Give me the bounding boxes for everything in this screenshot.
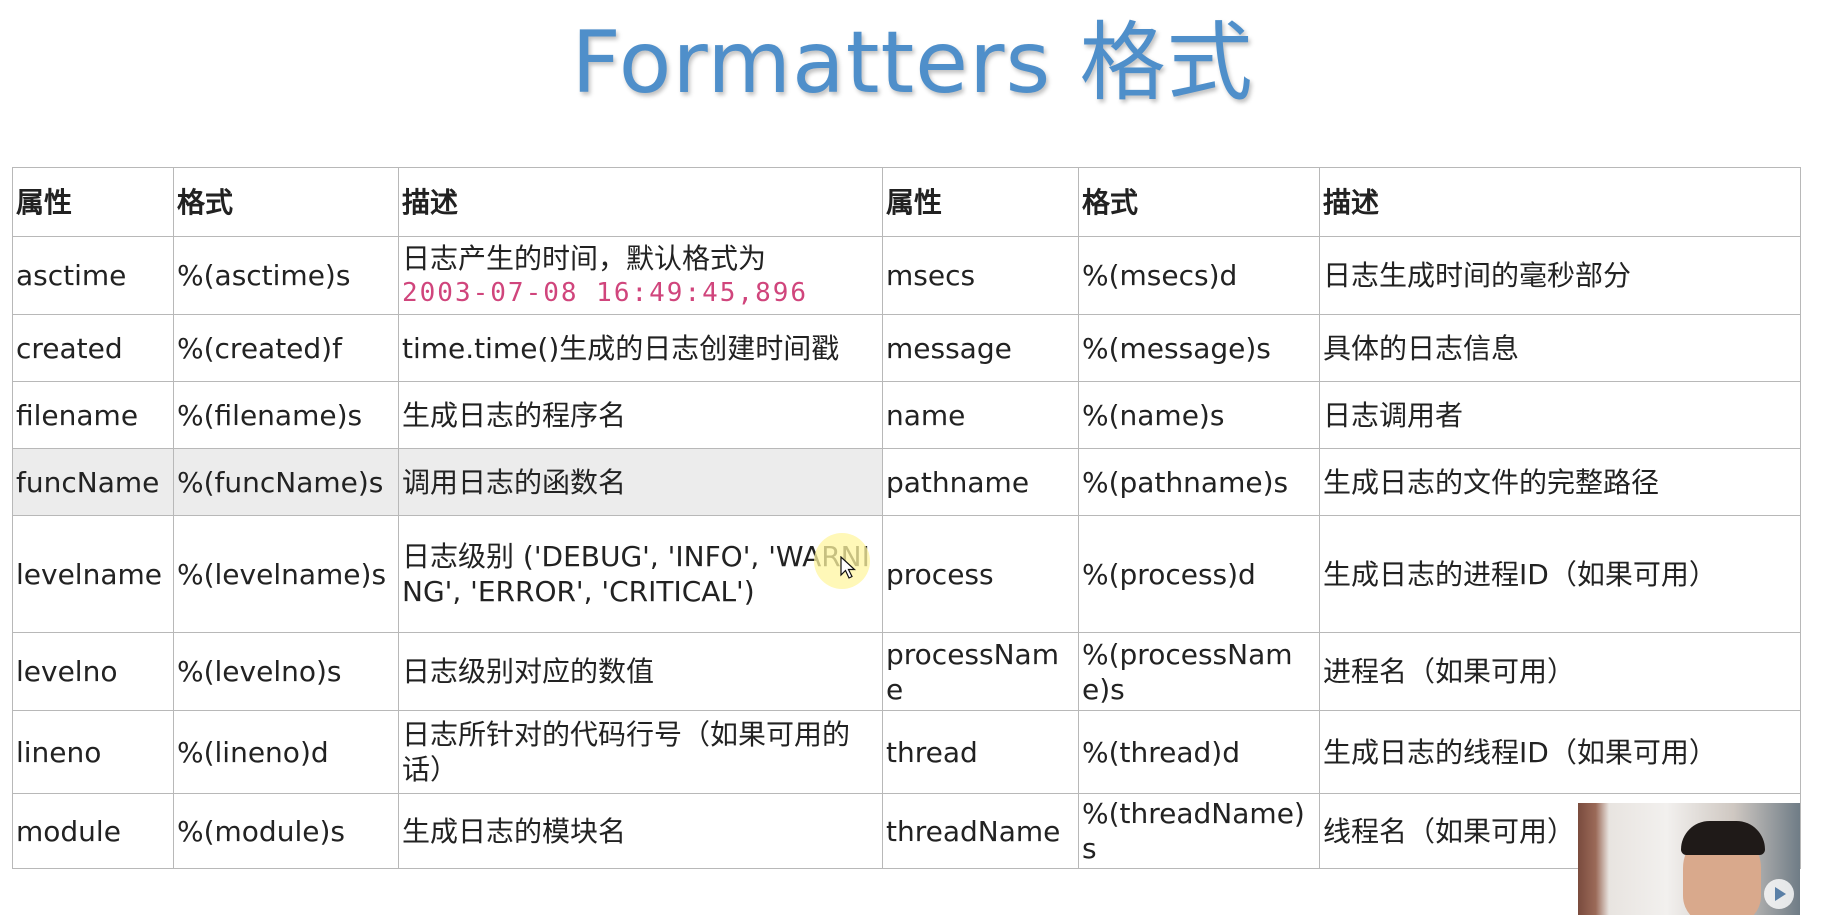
- table-row: funcName %(funcName)s 调用日志的函数名 pathname …: [12, 448, 1801, 516]
- format-cell: %(module)s: [173, 793, 399, 869]
- description-cell: 生成日志的模块名: [398, 793, 883, 869]
- attr-cell: funcName: [12, 448, 174, 516]
- description-cell: time.time()生成的日志创建时间戳: [398, 314, 883, 382]
- table-row: filename %(filename)s 生成日志的程序名 name %(na…: [12, 381, 1801, 449]
- header-format: 格式: [173, 167, 399, 237]
- attr-cell: filename: [12, 381, 174, 449]
- attr-cell: thread: [882, 710, 1079, 794]
- format-cell: %(funcName)s: [173, 448, 399, 516]
- description-cell: 进程名（如果可用）: [1319, 632, 1801, 711]
- attr-cell: pathname: [882, 448, 1079, 516]
- format-cell: %(levelno)s: [173, 632, 399, 711]
- formatters-table: 属性 格式 描述 属性 格式 描述 asctime %(asctime)s 日志…: [12, 167, 1801, 869]
- mouse-pointer-icon: [840, 556, 857, 579]
- description-cell: 日志生成时间的毫秒部分: [1319, 236, 1801, 315]
- attr-cell: lineno: [12, 710, 174, 794]
- format-cell: %(processName)s: [1078, 632, 1320, 711]
- description-cell: 日志级别 ('DEBUG', 'INFO', 'WARNING', 'ERROR…: [398, 515, 883, 633]
- attr-cell: processName: [882, 632, 1079, 711]
- format-cell: %(process)d: [1078, 515, 1320, 633]
- format-cell: %(filename)s: [173, 381, 399, 449]
- description-cell: 日志产生的时间，默认格式为 2003-07-08 16:49:45,896: [398, 236, 883, 315]
- attr-cell: levelname: [12, 515, 174, 633]
- description-cell: 生成日志的进程ID（如果可用）: [1319, 515, 1801, 633]
- description-cell: 日志级别对应的数值: [398, 632, 883, 711]
- play-icon[interactable]: [1764, 879, 1794, 909]
- attr-cell: module: [12, 793, 174, 869]
- format-cell: %(created)f: [173, 314, 399, 382]
- header-description: 描述: [398, 167, 883, 237]
- format-cell: %(pathname)s: [1078, 448, 1320, 516]
- table-header-row: 属性 格式 描述 属性 格式 描述: [12, 167, 1801, 237]
- header-description-2: 描述: [1319, 167, 1801, 237]
- format-cell: %(lineno)d: [173, 710, 399, 794]
- table-row: asctime %(asctime)s 日志产生的时间，默认格式为 2003-0…: [12, 236, 1801, 315]
- format-cell: %(thread)d: [1078, 710, 1320, 794]
- format-cell: %(message)s: [1078, 314, 1320, 382]
- description-cell: 生成日志的文件的完整路径: [1319, 448, 1801, 516]
- header-attribute-2: 属性: [882, 167, 1079, 237]
- table-row: module %(module)s 生成日志的模块名 threadName %(…: [12, 793, 1801, 869]
- format-cell: %(msecs)d: [1078, 236, 1320, 315]
- example-code: 2003-07-08 16:49:45,896: [402, 277, 809, 308]
- table-row: lineno %(lineno)d 日志所针对的代码行号（如果可用的话） thr…: [12, 710, 1801, 794]
- attr-cell: msecs: [882, 236, 1079, 315]
- table-row: levelno %(levelno)s 日志级别对应的数值 processNam…: [12, 632, 1801, 711]
- webcam-overlay: [1578, 803, 1800, 915]
- header-attribute: 属性: [12, 167, 174, 237]
- format-cell: %(asctime)s: [173, 236, 399, 315]
- format-cell: %(levelname)s: [173, 515, 399, 633]
- header-format-2: 格式: [1078, 167, 1320, 237]
- description-cell: 具体的日志信息: [1319, 314, 1801, 382]
- format-cell: %(name)s: [1078, 381, 1320, 449]
- attr-cell: asctime: [12, 236, 174, 315]
- attr-cell: created: [12, 314, 174, 382]
- presenter-hair: [1681, 821, 1765, 855]
- description-text: 日志产生的时间，默认格式为: [402, 241, 767, 275]
- attr-cell: levelno: [12, 632, 174, 711]
- attr-cell: threadName: [882, 793, 1079, 869]
- description-cell: 日志调用者: [1319, 381, 1801, 449]
- description-cell: 调用日志的函数名: [398, 448, 883, 516]
- table-row: levelname %(levelname)s 日志级别 ('DEBUG', '…: [12, 515, 1801, 633]
- description-cell: 生成日志的线程ID（如果可用）: [1319, 710, 1801, 794]
- format-cell: %(threadName)s: [1078, 793, 1320, 869]
- table-row: created %(created)f time.time()生成的日志创建时间…: [12, 314, 1801, 382]
- attr-cell: message: [882, 314, 1079, 382]
- description-cell: 日志所针对的代码行号（如果可用的话）: [398, 710, 883, 794]
- description-cell: 生成日志的程序名: [398, 381, 883, 449]
- attr-cell: name: [882, 381, 1079, 449]
- page-title: Formatters 格式: [571, 13, 1254, 113]
- attr-cell: process: [882, 515, 1079, 633]
